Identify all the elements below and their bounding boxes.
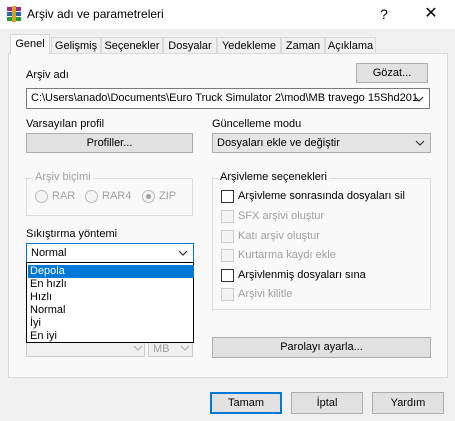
compression-dropdown-list: Depola En hızlı Hızlı Normal İyi En iyi bbox=[26, 262, 194, 343]
compression-method-combo[interactable]: Normal bbox=[26, 243, 194, 263]
tab-options[interactable]: Seçenekler bbox=[101, 37, 163, 54]
dropdown-option-fast[interactable]: Hızlı bbox=[28, 291, 194, 304]
tab-general[interactable]: Genel bbox=[10, 34, 50, 54]
chevron-down-icon[interactable] bbox=[131, 341, 145, 355]
help-title-button[interactable]: ? bbox=[372, 4, 396, 24]
checkbox-delete-after-label: Arşivleme sonrasında dosyaları sil bbox=[238, 190, 405, 202]
help-button[interactable]: Yardım bbox=[372, 392, 444, 414]
tab-advanced[interactable]: Gelişmiş bbox=[51, 37, 101, 54]
browse-button[interactable]: Gözat... bbox=[356, 63, 428, 83]
archive-name-label: Arşiv adı bbox=[26, 69, 69, 81]
dropdown-option-best[interactable]: En iyi bbox=[28, 330, 194, 343]
radio-rar[interactable] bbox=[35, 190, 48, 203]
chevron-down-icon[interactable] bbox=[412, 92, 426, 106]
dropdown-option-store[interactable]: Depola bbox=[28, 265, 194, 278]
checkbox-create-sfx[interactable] bbox=[221, 210, 234, 223]
winrar-app-icon bbox=[6, 6, 22, 22]
chevron-down-icon[interactable] bbox=[413, 136, 427, 150]
dropdown-option-fastest[interactable]: En hızlı bbox=[28, 278, 194, 291]
default-profile-label: Varsayılan profil bbox=[26, 118, 105, 130]
compression-method-value: Normal bbox=[31, 247, 67, 259]
update-mode-value: Dosyaları ekle ve değiştir bbox=[217, 137, 340, 149]
set-password-button[interactable]: Parolayı ayarla... bbox=[212, 337, 431, 358]
profiles-button[interactable]: Profiller... bbox=[26, 133, 193, 153]
checkbox-recovery-record-label: Kurtarma kaydı ekle bbox=[238, 249, 336, 261]
dropdown-option-good[interactable]: İyi bbox=[28, 317, 194, 330]
checkbox-delete-after[interactable] bbox=[221, 190, 234, 203]
checkbox-solid-archive-label: Katı arşiv oluştur bbox=[238, 230, 320, 242]
window-title: Arşiv adı ve parametreleri bbox=[27, 7, 164, 21]
archive-format-legend: Arşiv biçimi bbox=[33, 171, 93, 183]
checkbox-lock-archive-label: Arşivi kilitle bbox=[238, 288, 293, 300]
radio-selected-dot bbox=[146, 194, 151, 199]
update-mode-combo[interactable]: Dosyaları ekle ve değiştir bbox=[212, 133, 431, 153]
checkbox-solid-archive[interactable] bbox=[221, 230, 234, 243]
radio-zip-label: ZIP bbox=[159, 190, 177, 202]
checkbox-lock-archive[interactable] bbox=[221, 288, 234, 301]
radio-rar4[interactable] bbox=[85, 190, 98, 203]
tab-backup[interactable]: Yedekleme bbox=[217, 37, 281, 54]
cancel-button[interactable]: İptal bbox=[291, 392, 363, 414]
radio-zip[interactable] bbox=[142, 190, 155, 203]
chevron-down-icon[interactable] bbox=[178, 341, 192, 355]
dropdown-option-normal[interactable]: Normal bbox=[28, 304, 194, 317]
radio-rar4-label: RAR4 bbox=[102, 190, 132, 202]
ok-button[interactable]: Tamam bbox=[210, 392, 282, 414]
update-mode-label: Güncelleme modu bbox=[212, 118, 302, 130]
compression-method-label: Sıkıştırma yöntemi bbox=[26, 228, 118, 240]
checkbox-recovery-record[interactable] bbox=[221, 249, 234, 262]
archive-name-combo[interactable]: C:\Users\anado\Documents\Euro Truck Simu… bbox=[26, 88, 430, 109]
tab-time[interactable]: Zaman bbox=[281, 37, 325, 54]
chevron-down-icon[interactable] bbox=[176, 246, 190, 260]
archive-path-text: C:\Users\anado\Documents\Euro Truck Simu… bbox=[31, 92, 419, 104]
close-icon[interactable]: ✕ bbox=[419, 4, 443, 24]
split-unit-value: MB bbox=[153, 343, 170, 355]
tab-comment[interactable]: Açıklama bbox=[325, 37, 376, 54]
tab-files[interactable]: Dosyalar bbox=[163, 37, 217, 54]
checkbox-create-sfx-label: SFX arşivi oluştur bbox=[238, 210, 325, 222]
archiving-options-legend: Arşivleme seçenekleri bbox=[218, 171, 329, 183]
radio-rar-label: RAR bbox=[52, 190, 76, 202]
checkbox-test-archived-label: Arşivlenmiş dosyaları sına bbox=[238, 269, 366, 281]
checkbox-test-archived[interactable] bbox=[221, 269, 234, 282]
